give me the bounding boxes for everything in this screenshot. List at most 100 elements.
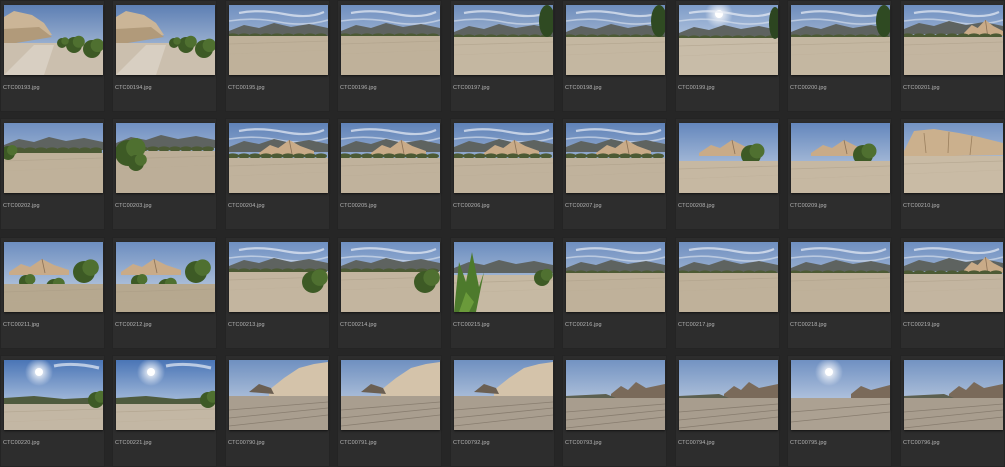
thumbnail-image bbox=[4, 5, 103, 75]
thumbnail-filename: CTC00218.jpg bbox=[790, 322, 827, 328]
thumbnail-cell[interactable]: CTC00213.jpg bbox=[225, 237, 330, 349]
thumbnail-filename: CTC00201.jpg bbox=[903, 85, 940, 91]
photo-thumbnail[interactable] bbox=[116, 242, 215, 312]
thumbnail-cell[interactable]: CTC00196.jpg bbox=[337, 0, 442, 112]
photo-thumbnail[interactable] bbox=[904, 123, 1003, 193]
thumbnail-cell[interactable]: CTC00791.jpg bbox=[337, 355, 442, 467]
photo-thumbnail[interactable] bbox=[116, 5, 215, 75]
thumbnail-cell[interactable]: CTC00206.jpg bbox=[450, 118, 555, 230]
photo-thumbnail[interactable] bbox=[791, 242, 890, 312]
thumbnail-cell[interactable]: CTC00207.jpg bbox=[562, 118, 667, 230]
thumbnail-cell[interactable]: CTC00209.jpg bbox=[787, 118, 892, 230]
thumbnail-cell[interactable]: CTC00796.jpg bbox=[900, 355, 1005, 467]
photo-thumbnail[interactable] bbox=[341, 5, 440, 75]
photo-thumbnail[interactable] bbox=[454, 360, 553, 430]
photo-thumbnail[interactable] bbox=[566, 360, 665, 430]
thumbnail-cell[interactable]: CTC00203.jpg bbox=[112, 118, 217, 230]
thumbnail-cell[interactable]: CTC00794.jpg bbox=[675, 355, 780, 467]
photo-thumbnail[interactable] bbox=[904, 360, 1003, 430]
thumbnail-cell[interactable]: CTC00208.jpg bbox=[675, 118, 780, 230]
thumbnail-cell[interactable]: CTC00790.jpg bbox=[225, 355, 330, 467]
thumbnail-cell[interactable]: CTC00218.jpg bbox=[787, 237, 892, 349]
photo-thumbnail[interactable] bbox=[4, 360, 103, 430]
thumbnail-filename: CTC00212.jpg bbox=[115, 322, 152, 328]
thumbnail-cell[interactable]: CTC00214.jpg bbox=[337, 237, 442, 349]
photo-thumbnail[interactable] bbox=[229, 5, 328, 75]
thumbnail-image bbox=[566, 242, 665, 312]
photo-thumbnail[interactable] bbox=[4, 123, 103, 193]
photo-thumbnail[interactable] bbox=[904, 242, 1003, 312]
photo-thumbnail[interactable] bbox=[454, 123, 553, 193]
thumbnail-filename: CTC00790.jpg bbox=[228, 440, 265, 446]
thumbnail-filename: CTC00210.jpg bbox=[903, 203, 940, 209]
thumbnail-cell[interactable]: CTC00795.jpg bbox=[787, 355, 892, 467]
thumbnail-cell[interactable]: CTC00221.jpg bbox=[112, 355, 217, 467]
thumbnail-cell[interactable]: CTC00193.jpg bbox=[0, 0, 105, 112]
thumbnail-image bbox=[904, 242, 1003, 312]
thumbnail-cell[interactable]: CTC00219.jpg bbox=[900, 237, 1005, 349]
photo-thumbnail[interactable] bbox=[454, 5, 553, 75]
thumbnail-filename: CTC00203.jpg bbox=[115, 203, 152, 209]
thumbnail-filename: CTC00217.jpg bbox=[678, 322, 715, 328]
photo-thumbnail[interactable] bbox=[679, 5, 778, 75]
thumbnail-image bbox=[229, 5, 328, 75]
thumbnail-image bbox=[454, 123, 553, 193]
thumbnail-filename: CTC00193.jpg bbox=[3, 85, 40, 91]
photo-thumbnail[interactable] bbox=[341, 123, 440, 193]
photo-thumbnail[interactable] bbox=[229, 242, 328, 312]
thumbnail-cell[interactable]: CTC00199.jpg bbox=[675, 0, 780, 112]
photo-thumbnail[interactable] bbox=[566, 242, 665, 312]
thumbnail-image bbox=[341, 123, 440, 193]
thumbnail-cell[interactable]: CTC00200.jpg bbox=[787, 0, 892, 112]
thumbnail-filename: CTC00211.jpg bbox=[3, 322, 40, 328]
photo-thumbnail[interactable] bbox=[791, 360, 890, 430]
thumbnail-cell[interactable]: CTC00216.jpg bbox=[562, 237, 667, 349]
photo-thumbnail[interactable] bbox=[566, 5, 665, 75]
photo-thumbnail[interactable] bbox=[679, 242, 778, 312]
thumbnail-cell[interactable]: CTC00210.jpg bbox=[900, 118, 1005, 230]
thumbnail-filename: CTC00206.jpg bbox=[453, 203, 490, 209]
photo-thumbnail[interactable] bbox=[341, 242, 440, 312]
thumbnail-cell[interactable]: CTC00205.jpg bbox=[337, 118, 442, 230]
thumbnail-image bbox=[679, 360, 778, 430]
thumbnail-filename: CTC00219.jpg bbox=[903, 322, 940, 328]
photo-thumbnail[interactable] bbox=[454, 242, 553, 312]
photo-thumbnail[interactable] bbox=[341, 360, 440, 430]
photo-thumbnail[interactable] bbox=[904, 5, 1003, 75]
photo-thumbnail[interactable] bbox=[229, 123, 328, 193]
photo-thumbnail[interactable] bbox=[4, 5, 103, 75]
photo-thumbnail[interactable] bbox=[679, 360, 778, 430]
thumbnail-cell[interactable]: CTC00217.jpg bbox=[675, 237, 780, 349]
thumbnail-cell[interactable]: CTC00204.jpg bbox=[225, 118, 330, 230]
photo-thumbnail[interactable] bbox=[679, 123, 778, 193]
photo-thumbnail[interactable] bbox=[116, 360, 215, 430]
thumbnail-cell[interactable]: CTC00201.jpg bbox=[900, 0, 1005, 112]
thumbnail-filename: CTC00205.jpg bbox=[340, 203, 377, 209]
thumbnail-cell[interactable]: CTC00202.jpg bbox=[0, 118, 105, 230]
thumbnail-cell[interactable]: CTC00792.jpg bbox=[450, 355, 555, 467]
photo-thumbnail[interactable] bbox=[4, 242, 103, 312]
thumbnail-cell[interactable]: CTC00197.jpg bbox=[450, 0, 555, 112]
photo-thumbnail[interactable] bbox=[566, 123, 665, 193]
thumbnail-cell[interactable]: CTC00194.jpg bbox=[112, 0, 217, 112]
thumbnail-cell[interactable]: CTC00215.jpg bbox=[450, 237, 555, 349]
thumbnail-cell[interactable]: CTC00211.jpg bbox=[0, 237, 105, 349]
thumbnail-cell[interactable]: CTC00198.jpg bbox=[562, 0, 667, 112]
photo-thumbnail[interactable] bbox=[116, 123, 215, 193]
thumbnail-cell[interactable]: CTC00212.jpg bbox=[112, 237, 217, 349]
photo-thumbnail[interactable] bbox=[791, 123, 890, 193]
thumbnail-cell[interactable]: CTC00220.jpg bbox=[0, 355, 105, 467]
thumbnail-image bbox=[904, 360, 1003, 430]
thumbnail-cell[interactable]: CTC00793.jpg bbox=[562, 355, 667, 467]
thumbnail-image bbox=[566, 5, 665, 75]
photo-thumbnail[interactable] bbox=[791, 5, 890, 75]
thumbnail-image bbox=[229, 123, 328, 193]
photo-thumbnail[interactable] bbox=[229, 360, 328, 430]
thumbnail-image bbox=[904, 123, 1003, 193]
thumbnail-filename: CTC00216.jpg bbox=[565, 322, 602, 328]
thumbnail-filename: CTC00195.jpg bbox=[228, 85, 265, 91]
thumbnail-cell[interactable]: CTC00195.jpg bbox=[225, 0, 330, 112]
thumbnail-filename: CTC00207.jpg bbox=[565, 203, 602, 209]
thumbnail-filename: CTC00209.jpg bbox=[790, 203, 827, 209]
thumbnail-filename: CTC00795.jpg bbox=[790, 440, 827, 446]
